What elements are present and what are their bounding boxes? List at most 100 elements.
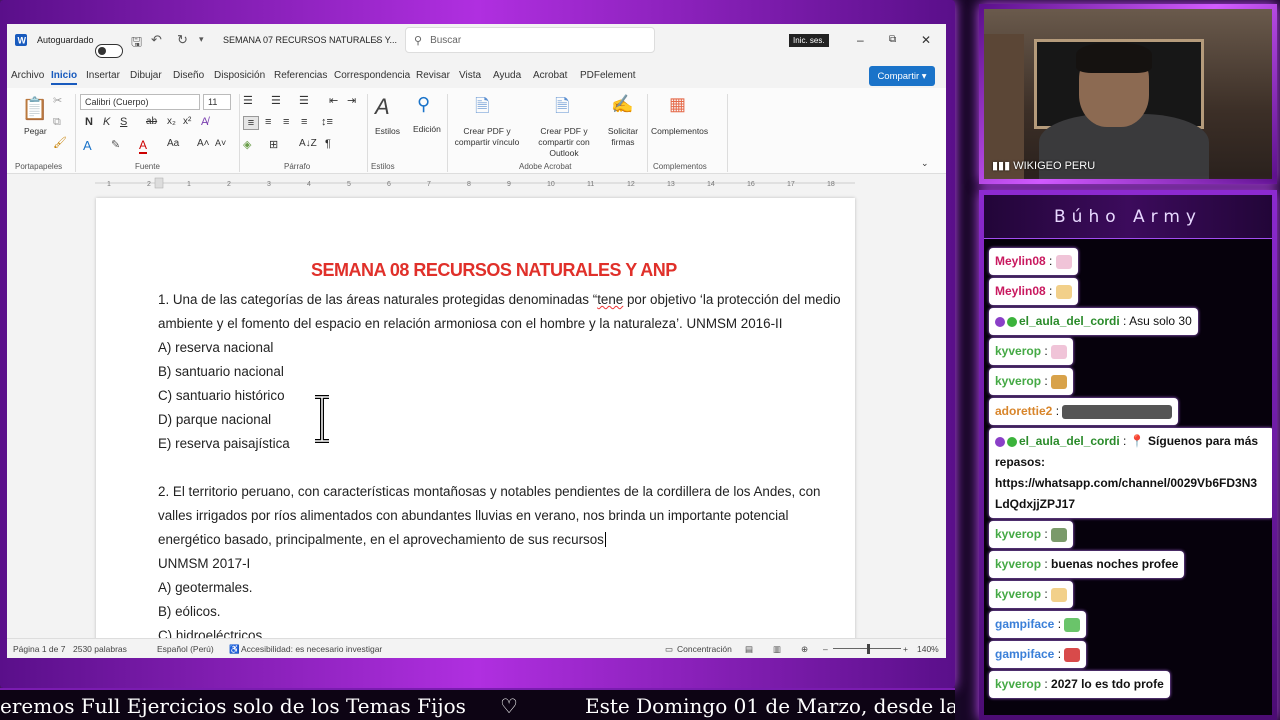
save-icon[interactable]: 🖫 [131, 33, 142, 55]
font-size-select[interactable]: 11 [203, 94, 231, 110]
autosave-toggle[interactable] [95, 43, 123, 58]
superscript-icon[interactable]: x² [183, 116, 191, 127]
align-left-icon[interactable]: ≡ [243, 116, 259, 130]
request-signatures-icon[interactable]: ✍ [611, 94, 633, 115]
maximize-icon[interactable]: ⧉ [889, 34, 896, 45]
word-count[interactable]: 2530 palabras [73, 644, 127, 654]
sort-icon[interactable]: A↓Z [299, 138, 317, 149]
paste-icon[interactable]: 📋 [21, 94, 49, 124]
tab-pdfelement[interactable]: PDFelement [580, 70, 636, 81]
word-logo-icon: W [15, 34, 27, 46]
text-effects-icon[interactable]: A [83, 138, 92, 153]
qat-chevron-icon[interactable]: ▾ [199, 34, 204, 45]
addins-icon[interactable]: ▦ [669, 94, 686, 115]
shading-icon[interactable]: ◈ [243, 138, 251, 151]
horizontal-ruler[interactable]: 1 2 1 2 3 4 5 6 7 8 9 10 11 12 13 14 16 17 18 [7, 176, 946, 190]
share-button[interactable]: Compartir ▾ [869, 66, 935, 86]
tab-dibujar[interactable]: Dibujar [130, 70, 162, 81]
tab-acrobat[interactable]: Acrobat [533, 70, 567, 81]
ribbon-collapse-icon[interactable]: ⌄ [921, 158, 929, 169]
borders-icon[interactable]: ⊞ [269, 138, 278, 151]
tab-diseno[interactable]: Diseño [173, 70, 204, 81]
page-count[interactable]: Página 1 de 7 [13, 644, 65, 654]
close-icon[interactable]: ✕ [921, 33, 931, 47]
zoom-slider-thumb[interactable] [867, 644, 870, 654]
align-right-icon[interactable]: ≡ [283, 116, 289, 128]
spell-error: tene [597, 292, 624, 307]
bullets-icon[interactable]: ☰ [243, 94, 253, 107]
zoom-in-icon[interactable]: + [903, 644, 908, 654]
ticker-text-right: Este Domingo 01 de Marzo, desde las [585, 694, 955, 718]
chat-message: el_aula_del_cordi : Asu solo 30 [989, 308, 1198, 335]
ruler-label: 10 [547, 181, 555, 188]
grow-font-icon[interactable]: A˄ [197, 138, 210, 149]
ruler-label: 6 [387, 181, 391, 188]
styles-icon[interactable]: A [375, 94, 390, 120]
font-name-select[interactable]: Calibri (Cuerpo) [80, 94, 200, 110]
subscript-icon[interactable]: x₂ [167, 116, 176, 127]
zoom-out-icon[interactable]: – [823, 644, 828, 654]
question-2-line-1: 2. El territorio peruano, con caracterís… [158, 484, 821, 499]
tab-vista[interactable]: Vista [459, 70, 481, 81]
multilevel-list-icon[interactable]: ☰ [299, 94, 309, 107]
create-pdf-outlook-icon[interactable]: 🗎 [555, 94, 569, 124]
search-input[interactable]: ⚲ Buscar [405, 27, 655, 53]
search-placeholder: Buscar [430, 34, 462, 46]
focus-icon: ▭ [665, 644, 674, 654]
separator [647, 94, 648, 172]
tab-inicio[interactable]: Inicio [51, 70, 78, 85]
line-spacing-icon[interactable]: ↕≡ [321, 116, 333, 128]
tab-revisar[interactable]: Revisar [416, 70, 450, 81]
tab-ayuda[interactable]: Ayuda [493, 70, 521, 81]
chat-message: gampiface : [989, 611, 1087, 638]
align-center-icon[interactable]: ≡ [265, 116, 271, 128]
numbering-icon[interactable]: ☰ [271, 94, 281, 107]
sign-in-button[interactable]: Inic. ses. [789, 34, 829, 47]
ruler-label: 17 [787, 181, 795, 188]
chat-message: kyverop : [989, 581, 1074, 608]
minimize-icon[interactable]: – [857, 33, 864, 47]
document-title[interactable]: SEMANA 07 RECURSOS NATURALES Y... [223, 35, 397, 45]
cut-icon[interactable]: ✂ [53, 94, 62, 107]
decrease-indent-icon[interactable]: ⇤ [329, 94, 338, 107]
change-case-icon[interactable]: Aa [167, 138, 179, 149]
strikethrough-icon[interactable]: ab [146, 116, 157, 127]
ruler-label: 5 [347, 181, 351, 188]
accessibility-status[interactable]: Accesibilidad: es necesario investigar [241, 644, 382, 654]
print-layout-icon[interactable]: ▥ [773, 644, 781, 655]
document-page[interactable]: SEMANA 08 RECURSOS NATURALES Y ANP 1. Un… [96, 198, 855, 658]
ruler-label: 9 [507, 181, 511, 188]
undo-icon[interactable]: ↶ [151, 32, 162, 48]
chat-message: Meylin08 : [989, 278, 1078, 305]
zoom-level[interactable]: 140% [917, 644, 939, 654]
tab-disposicion[interactable]: Disposición [214, 70, 265, 81]
highlight-icon[interactable]: ✎ [111, 138, 120, 151]
ruler-label: 1 [187, 181, 191, 188]
language[interactable]: Español (Perú) [157, 644, 214, 654]
shrink-font-icon[interactable]: A˅ [215, 138, 226, 148]
heart-icon: ♡ [500, 694, 518, 718]
separator [367, 94, 368, 172]
increase-indent-icon[interactable]: ⇥ [347, 94, 356, 107]
copy-icon[interactable]: ⧉ [53, 116, 61, 129]
editing-search-icon[interactable]: ⚲ [417, 94, 430, 115]
group-font-label: Fuente [135, 162, 160, 171]
justify-icon[interactable]: ≡ [301, 116, 307, 128]
tab-correspondencia[interactable]: Correspondencia [334, 70, 410, 81]
tab-referencias[interactable]: Referencias [274, 70, 327, 81]
bold-icon[interactable]: N [85, 116, 93, 128]
title-chevron-down-icon[interactable]: ⌄ [373, 34, 381, 45]
tab-archivo[interactable]: Archivo [11, 70, 44, 81]
show-marks-icon[interactable]: ¶ [325, 138, 331, 150]
create-pdf-icon[interactable]: 🗎 [475, 94, 489, 124]
redo-icon[interactable]: ↻ [177, 32, 188, 48]
clear-format-icon[interactable]: A̸ [201, 116, 208, 128]
web-layout-icon[interactable]: ⊕ [801, 644, 808, 655]
underline-icon[interactable]: S [120, 116, 127, 128]
font-color-icon[interactable]: A [139, 138, 148, 154]
focus-mode[interactable]: Concentración [677, 644, 732, 654]
format-painter-icon[interactable]: 🖌 [53, 136, 67, 149]
read-mode-icon[interactable]: ▤ [745, 644, 753, 655]
italic-icon[interactable]: K [103, 116, 110, 128]
tab-insertar[interactable]: Insertar [86, 70, 120, 81]
